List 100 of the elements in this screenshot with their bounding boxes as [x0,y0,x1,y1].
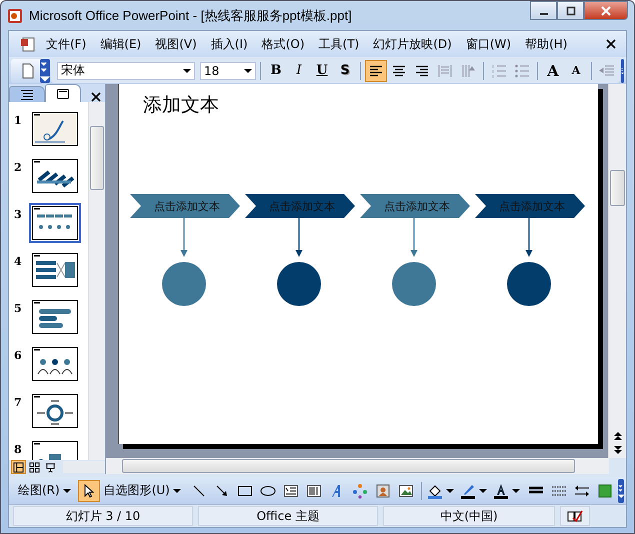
overflow-icon[interactable] [618,478,624,502]
arrow-connector [409,218,419,258]
arrow-connector [294,218,304,258]
caret-icon [62,486,71,494]
menu-item[interactable]: 幻灯片放映(D) [366,34,459,54]
arrow-connector [524,218,534,258]
text-box-icon [282,482,299,498]
document-icon [20,36,36,52]
previous-slide-icon[interactable] [612,431,622,441]
menu-item[interactable]: 格式(O) [254,34,312,54]
slide-thumbnail[interactable] [29,391,81,431]
slide-number: 3 [14,208,22,221]
format-button[interactable]: B [265,60,287,82]
pane-tab[interactable] [45,84,81,102]
grid-icon [29,462,40,472]
person-icon [374,482,391,498]
menu-item[interactable]: 插入(I) [204,34,255,54]
line-icon [190,482,207,498]
minimize-button[interactable] [530,1,557,20]
slide-icon [56,88,70,100]
format-button[interactable]: I [288,60,310,82]
slide-number: 5 [14,302,22,315]
menu-item[interactable]: 窗口(W) [458,34,518,54]
slide-thumbnail[interactable] [29,297,81,337]
caret-icon [183,66,191,74]
font-size-button[interactable]: A [565,60,587,82]
pane-tab[interactable] [9,86,45,102]
slide-number: 6 [14,349,22,362]
caret-icon [244,66,252,74]
arrow-connector [179,218,189,258]
scrollbar[interactable] [106,458,609,474]
projector-icon [45,462,56,472]
menu-item[interactable]: 编辑(E) [93,34,148,54]
caret-icon [512,486,520,494]
view-button[interactable] [27,460,42,474]
slide-number: 1 [14,114,22,127]
slide-thumbnail[interactable] [29,203,81,243]
view-button[interactable] [11,460,26,474]
overflow-icon[interactable] [40,58,50,82]
scroll-thumb[interactable] [610,170,625,206]
scrollbar[interactable] [608,84,626,458]
next-slide-icon[interactable] [612,445,622,455]
scrollbar[interactable] [88,102,105,460]
caret-icon [172,486,181,494]
status-theme: Office 主题 [198,506,378,526]
font-size-button[interactable]: A [542,60,564,82]
font-color-icon [492,482,509,498]
format-button[interactable]: S [334,60,356,82]
close-icon [601,6,611,16]
slide-number: 4 [14,255,22,268]
status-slide: 幻灯片 3 / 10 [13,506,193,526]
book-check-icon[interactable] [567,509,583,523]
autoshapes-menu[interactable]: 自选图形(U) [100,480,187,502]
dots-icon [352,482,368,498]
align-left-icon [369,64,383,76]
window-title: Microsoft Office PowerPoint - [热线客服服务ppt模板.ppt] [29,6,353,24]
font-dropdown[interactable]: 宋体 [57,62,195,80]
menu-item[interactable]: 工具(T) [312,34,366,54]
step-banner: 点击添加文本 [475,194,585,218]
menu-item[interactable]: 帮助(H) [518,34,574,54]
close-button[interactable] [584,1,628,20]
align-center-icon [392,64,406,76]
overflow-icon[interactable] [621,58,624,82]
font-size-dropdown[interactable]: 18 [200,62,256,80]
scroll-thumb[interactable] [122,459,575,473]
draw-menu[interactable]: 绘图(R) [15,480,77,502]
arrow-icon [214,482,230,498]
step-banner: 点击添加文本 [360,194,470,218]
slide-thumbnail[interactable] [29,109,81,149]
new-document-icon[interactable] [20,62,36,78]
app-icon [7,8,23,24]
minimize-icon [540,12,548,14]
align-right-icon [415,64,429,76]
close-icon[interactable] [91,92,101,102]
maximize-icon [566,6,576,16]
step-banner: 点击添加文本 [245,194,355,218]
format-button[interactable]: U [311,60,333,82]
slide-number: 7 [14,396,22,409]
close-icon[interactable] [606,39,616,49]
arrows-icon [574,482,590,498]
scrollbar[interactable] [63,461,105,473]
menu-item[interactable]: 文件(F) [39,34,94,54]
outline-icon [20,88,34,100]
slide-number: 8 [14,443,22,456]
paint-bucket-icon [426,482,443,498]
menu-item[interactable]: 视图(V) [148,34,204,54]
status-language: 中文(中国) [383,506,555,526]
maximize-button[interactable] [557,1,584,20]
toolbar-button[interactable] [78,480,100,502]
step-banner: 点击添加文本 [130,194,240,218]
vertical-text-box-icon [306,482,322,498]
slide-number: 2 [14,161,22,174]
slide-title: 添加文本 [143,93,219,118]
scroll-thumb[interactable] [90,126,104,190]
align-button[interactable] [365,60,387,82]
slide-thumbnail[interactable] [29,344,81,384]
normal-view-icon [13,462,24,472]
slide-thumbnail[interactable] [29,250,81,290]
slide-thumbnail[interactable] [29,156,81,196]
image-icon [398,482,414,498]
